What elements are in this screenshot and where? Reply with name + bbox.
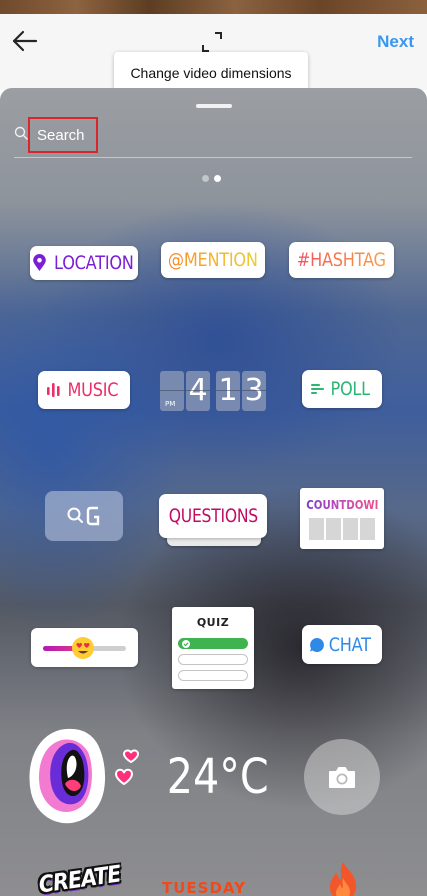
search-icon xyxy=(14,126,28,140)
search-g-icon xyxy=(67,506,100,526)
screaming-mouth-icon xyxy=(29,728,140,824)
clock-digit: 4 xyxy=(186,371,210,411)
quiz-sticker[interactable]: QUIZ xyxy=(172,607,254,689)
emoji-slider-sticker[interactable] xyxy=(31,628,138,667)
page-dot-1[interactable] xyxy=(202,175,209,182)
quiz-label: QUIZ xyxy=(196,616,230,629)
clock-period-label: PM xyxy=(165,400,176,408)
map-pin-icon xyxy=(32,254,46,271)
fire-sticker[interactable] xyxy=(320,860,366,896)
clock-digit: 1 xyxy=(216,371,240,411)
hashtag-label: #HASHTAG xyxy=(297,249,386,271)
poll-sticker[interactable]: POLL xyxy=(302,370,382,408)
questions-label: QUESTIONS xyxy=(168,505,258,527)
countdown-cell xyxy=(360,518,375,540)
heart-eyes-emoji-icon xyxy=(72,637,94,659)
chat-sticker[interactable]: CHAT xyxy=(302,625,382,664)
poll-lines-icon xyxy=(310,384,324,394)
location-label: LOCATION xyxy=(53,252,134,274)
back-button[interactable] xyxy=(8,26,42,56)
next-button[interactable]: Next xyxy=(377,32,414,52)
quiz-option-correct xyxy=(178,638,248,649)
screaming-face-sticker[interactable] xyxy=(26,726,148,830)
create-label: CREATE xyxy=(37,861,123,896)
chat-bubble-icon xyxy=(310,637,325,652)
dimensions-tooltip: Change video dimensions xyxy=(114,52,308,92)
search-field-highlight xyxy=(28,117,98,153)
arrow-left-icon xyxy=(12,30,38,52)
countdown-sticker[interactable]: COUNTDOWN xyxy=(300,488,384,549)
music-sticker[interactable]: MUSIC xyxy=(38,371,130,409)
countdown-cells xyxy=(309,518,377,540)
temperature-sticker[interactable]: 24°C xyxy=(167,748,269,806)
poll-label: POLL xyxy=(330,378,370,400)
location-sticker[interactable]: LOCATION xyxy=(30,246,138,280)
music-bars-icon xyxy=(46,383,60,397)
chat-label: CHAT xyxy=(328,633,372,656)
camera-sticker-button[interactable] xyxy=(304,739,380,815)
fire-icon xyxy=(330,862,356,896)
page-indicator xyxy=(202,175,226,183)
page-dot-2-active[interactable] xyxy=(214,175,221,182)
mention-label: @MENTION xyxy=(168,249,258,271)
gif-sticker[interactable] xyxy=(45,491,123,541)
day-sticker[interactable]: TUESDAY xyxy=(162,879,262,896)
sticker-search-input[interactable] xyxy=(30,119,96,151)
hashtag-sticker[interactable]: #HASHTAG xyxy=(289,242,394,278)
create-sticker[interactable]: CREATE xyxy=(30,861,140,896)
countdown-cell xyxy=(309,518,324,540)
search-underline xyxy=(14,157,412,158)
check-icon xyxy=(182,640,190,648)
quiz-option xyxy=(178,670,248,681)
music-label: MUSIC xyxy=(67,379,118,401)
quiz-option xyxy=(178,654,248,665)
photo-background-strip xyxy=(0,0,427,14)
mention-sticker[interactable]: @MENTION xyxy=(161,242,265,278)
countdown-cell xyxy=(343,518,358,540)
clock-digit: PM xyxy=(160,371,184,411)
questions-sticker[interactable]: QUESTIONS xyxy=(159,494,267,538)
sticker-tray: LOCATION @MENTION #HASHTAG MUSIC PM 4 1 … xyxy=(0,88,427,896)
countdown-cell xyxy=(326,518,341,540)
time-sticker[interactable]: PM 4 1 3 xyxy=(160,371,267,411)
clock-digit: 3 xyxy=(242,371,266,411)
countdown-label: COUNTDOWN xyxy=(306,498,384,512)
camera-icon xyxy=(329,767,355,788)
tray-drag-handle[interactable] xyxy=(196,104,232,108)
